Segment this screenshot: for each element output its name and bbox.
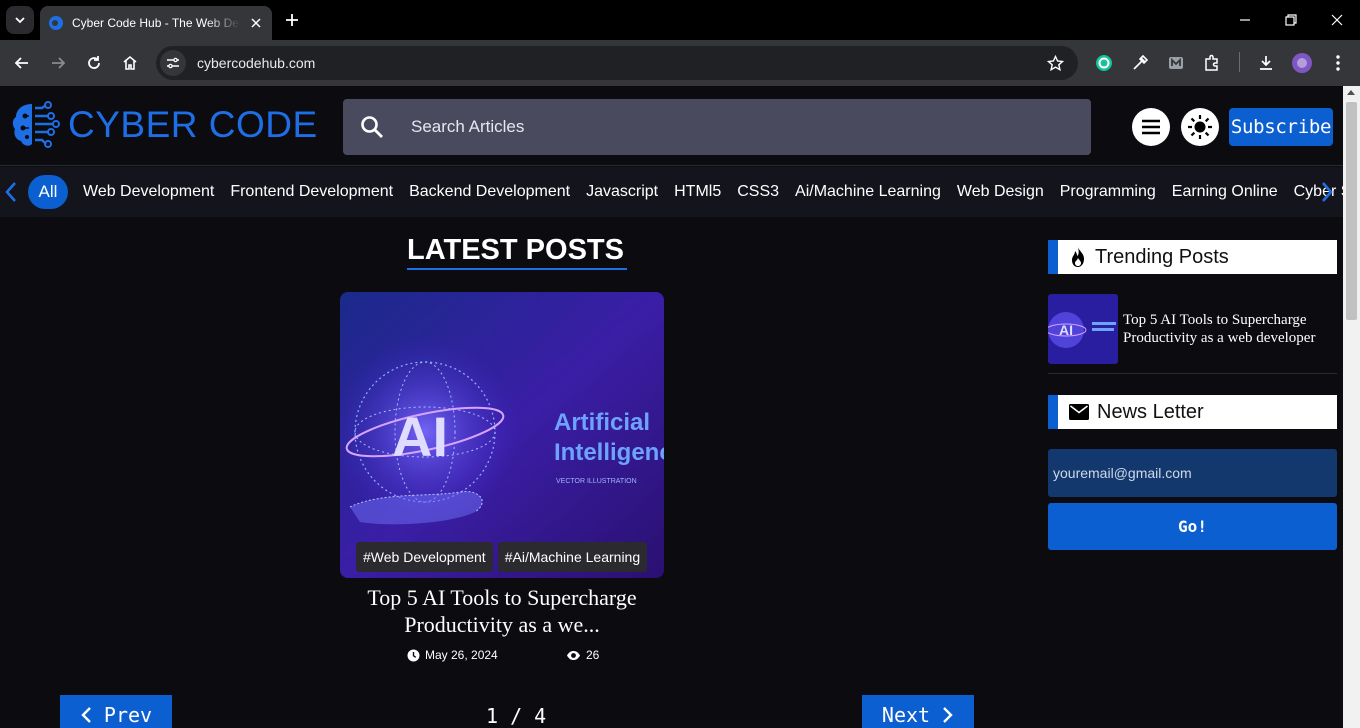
trending-posts-header: Trending Posts <box>1048 240 1337 274</box>
site-info-icon[interactable] <box>160 50 186 76</box>
bookmark-star-icon[interactable] <box>1047 55 1064 72</box>
browser-tab-bar: Cyber Code Hub - The Web Developer <box>0 0 1360 40</box>
newsletter-email-input[interactable] <box>1048 449 1337 497</box>
prev-button[interactable]: Prev <box>60 695 172 728</box>
page-scrollbar[interactable] <box>1343 86 1360 728</box>
eye-icon <box>567 650 580 660</box>
sun-icon <box>1188 115 1212 139</box>
search-bar[interactable] <box>343 99 1091 155</box>
svg-text:AI: AI <box>392 405 448 468</box>
svg-text:Artificial: Artificial <box>554 409 650 436</box>
svg-text:VECTOR ILLUSTRATION: VECTOR ILLUSTRATION <box>556 478 637 485</box>
category-programming[interactable]: Programming <box>1052 183 1164 201</box>
newsletter-go-button[interactable]: Go! <box>1048 503 1337 550</box>
trending-post-item[interactable]: AI Top 5 AI Tools to Supercharge Product… <box>1048 294 1337 374</box>
brain-circuit-logo-icon <box>12 101 60 148</box>
category-web-design[interactable]: Web Design <box>949 183 1052 201</box>
tab-search-button[interactable] <box>6 6 34 34</box>
scroll-up-arrow-icon[interactable] <box>1347 90 1355 95</box>
close-window-icon[interactable] <box>1323 6 1351 34</box>
new-tab-plus-icon[interactable] <box>282 10 302 30</box>
url-text: cybercodehub.com <box>197 55 316 71</box>
scroll-thumb[interactable] <box>1346 102 1357 320</box>
latest-posts-heading: LATEST POSTS <box>407 234 624 266</box>
profile-avatar-icon[interactable] <box>1290 51 1314 75</box>
svg-text:AI: AI <box>1059 322 1073 338</box>
web-page: CYBER CODE Subscribe All Web Development… <box>0 86 1343 728</box>
fire-icon <box>1072 247 1084 267</box>
theme-toggle-button[interactable] <box>1181 108 1219 146</box>
hamburger-menu-icon <box>1142 119 1160 135</box>
category-list: All Web Development Frontend Development… <box>28 167 1343 217</box>
category-bar: All Web Development Frontend Development… <box>0 167 1343 217</box>
category-frontend-development[interactable]: Frontend Development <box>222 183 401 201</box>
post-views-count: 26 <box>586 648 600 662</box>
search-input[interactable] <box>411 117 1011 137</box>
category-backend-development[interactable]: Backend Development <box>401 183 578 201</box>
post-tags: #Web Development #Ai/Machine Learning <box>356 542 648 572</box>
page-indicator: 1 / 4 <box>486 704 547 728</box>
tag-web-development[interactable]: #Web Development <box>356 542 493 572</box>
newsletter-header: News Letter <box>1048 395 1337 429</box>
trending-posts-title: Trending Posts <box>1095 245 1229 268</box>
browser-toolbar: cybercodehub.com <box>0 40 1360 86</box>
post-date-text: May 26, 2024 <box>425 648 498 662</box>
download-icon[interactable] <box>1254 51 1278 75</box>
extensions-puzzle-icon[interactable] <box>1200 51 1224 75</box>
category-earning-online[interactable]: Earning Online <box>1164 183 1286 201</box>
category-web-development[interactable]: Web Development <box>75 183 222 201</box>
site-favicon-icon <box>49 16 63 30</box>
toolbar-separator <box>1239 52 1240 72</box>
mail-icon <box>1069 404 1089 420</box>
newsletter-title: News Letter <box>1097 400 1204 423</box>
tab-close-icon[interactable] <box>248 15 264 31</box>
grammarly-extension-icon[interactable] <box>1092 51 1116 75</box>
chevron-down-icon <box>15 17 25 24</box>
menu-button[interactable] <box>1132 108 1170 146</box>
home-icon[interactable] <box>118 51 142 75</box>
category-all[interactable]: All <box>28 175 68 209</box>
next-button[interactable]: Next <box>862 695 974 728</box>
post-thumbnail-image[interactable]: AI Artificial Intelligence VECTOR ILLUST… <box>340 292 664 578</box>
minimize-icon[interactable] <box>1231 6 1259 34</box>
post-views: 26 <box>566 648 599 662</box>
category-scroll-right-icon[interactable] <box>1320 180 1334 204</box>
post-card[interactable]: AI Artificial Intelligence VECTOR ILLUST… <box>340 292 664 578</box>
logo-text: CYBER CODE <box>68 104 318 145</box>
browser-tab-active[interactable]: Cyber Code Hub - The Web Developer <box>40 6 272 40</box>
trending-post-thumbnail[interactable]: AI <box>1048 294 1118 364</box>
post-date: May 26, 2024 <box>407 648 498 662</box>
category-scroll-left-icon[interactable] <box>4 180 18 204</box>
site-header: CYBER CODE Subscribe <box>0 86 1343 166</box>
heading-underline <box>407 268 627 270</box>
tab-title: Cyber Code Hub - The Web Developer <box>72 16 240 30</box>
category-cyber-security[interactable]: Cyber Security <box>1286 183 1343 201</box>
subscribe-button[interactable]: Subscribe <box>1229 108 1333 146</box>
tag-ai-machine-learning[interactable]: #Ai/Machine Learning <box>497 542 648 572</box>
back-arrow-icon[interactable] <box>10 51 34 75</box>
restore-icon[interactable] <box>1277 6 1305 34</box>
category-javascript[interactable]: Javascript <box>578 183 666 201</box>
chevron-left-icon <box>81 707 91 723</box>
mail-extension-icon[interactable] <box>1164 51 1188 75</box>
post-title[interactable]: Top 5 AI Tools to Supercharge Productivi… <box>340 584 664 638</box>
category-css3[interactable]: CSS3 <box>729 183 787 201</box>
search-icon[interactable] <box>359 114 385 140</box>
svg-text:Intelligence: Intelligence <box>554 439 664 466</box>
site-logo[interactable]: CYBER CODE <box>10 100 318 150</box>
category-ai-machine-learning[interactable]: Ai/Machine Learning <box>787 183 949 201</box>
category-html5[interactable]: HTMl5 <box>666 183 729 201</box>
more-menu-icon[interactable] <box>1326 51 1350 75</box>
chevron-right-icon <box>943 707 953 723</box>
clock-icon <box>407 649 420 661</box>
prev-label: Prev <box>103 703 153 727</box>
forward-arrow-icon[interactable] <box>46 51 70 75</box>
next-label: Next <box>881 703 931 727</box>
color-picker-extension-icon[interactable] <box>1128 51 1152 75</box>
address-bar[interactable]: cybercodehub.com <box>156 46 1078 80</box>
reload-icon[interactable] <box>82 51 106 75</box>
trending-post-title[interactable]: Top 5 AI Tools to Supercharge Productivi… <box>1123 311 1337 347</box>
